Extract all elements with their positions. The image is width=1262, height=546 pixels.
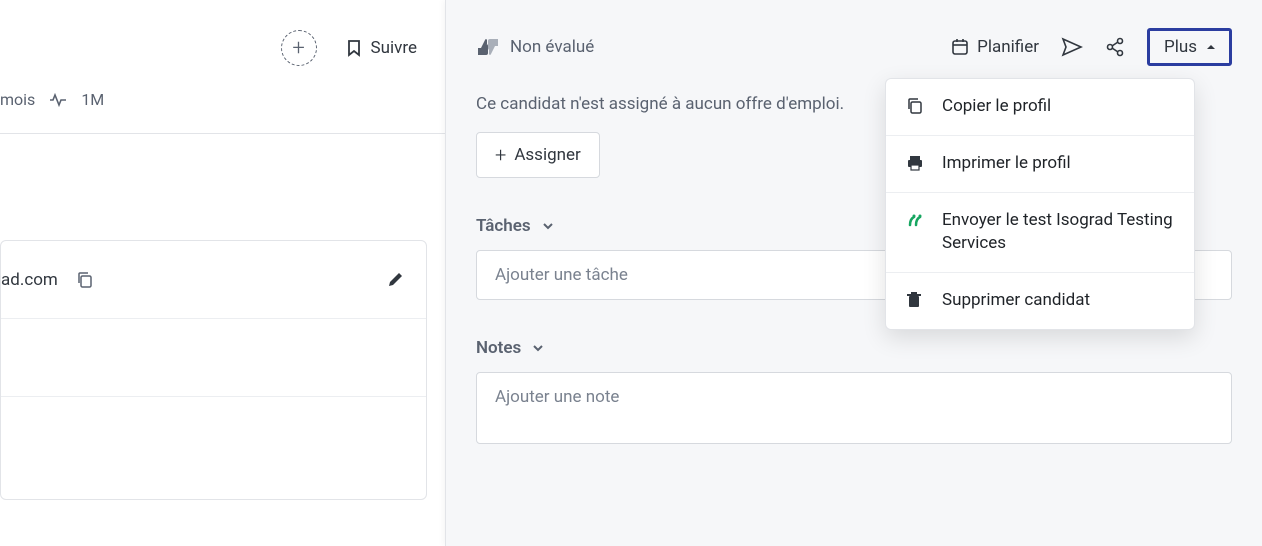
separator [0,133,445,134]
left-panel: + Suivre mois 1M ad.com [0,0,445,546]
dropdown-label: Copier le profil [942,95,1051,119]
contact-block: ad.com [0,240,427,500]
planifier-button[interactable]: Planifier [951,37,1039,57]
dropdown-label: Imprimer le profil [942,152,1071,176]
assign-button[interactable]: + Assigner [476,132,600,178]
planifier-label: Planifier [977,37,1039,57]
dropdown-item-isograd[interactable]: Envoyer le test Isograd Testing Services [886,193,1194,274]
copy-icon [906,97,926,115]
copy-icon[interactable] [76,271,94,289]
delete-icon [906,291,926,309]
tasks-label: Tâches [476,216,531,236]
isograd-icon [906,211,926,229]
caret-up-icon [1205,43,1217,51]
meta-duration: mois [0,90,35,109]
dropdown-item-copy[interactable]: Copier le profil [886,79,1194,136]
bookmark-icon [345,39,363,57]
rating-label: Non évalué [510,37,594,57]
add-button[interactable]: + [281,30,317,66]
follow-button[interactable]: Suivre [345,38,417,58]
rating-button[interactable]: Non évalué [476,37,594,57]
plus-label: Plus [1164,37,1197,57]
notes-section-toggle[interactable]: Notes [476,338,1232,358]
calendar-icon [951,38,969,56]
toolbar-actions: Planifier Plus [951,28,1232,66]
left-meta: mois 1M [0,84,445,133]
plus-menu-button[interactable]: Plus [1147,28,1232,66]
notes-input[interactable]: Ajouter une note [476,372,1232,444]
edit-icon[interactable] [386,271,404,289]
plus-dropdown: Copier le profil Imprimer le profil Envo… [885,78,1195,330]
print-icon [906,154,926,172]
dropdown-item-delete[interactable]: Supprimer candidat [886,273,1194,329]
meta-stat: 1M [81,90,104,109]
send-icon[interactable] [1061,37,1083,57]
chevron-down-icon [541,221,555,231]
dropdown-label: Envoyer le test Isograd Testing Services [942,209,1174,257]
contact-row-email: ad.com [1,241,426,319]
share-icon[interactable] [1105,37,1125,57]
follow-label: Suivre [371,38,417,58]
contact-row-3 [1,397,426,475]
thumbs-icon [476,37,500,57]
dropdown-item-print[interactable]: Imprimer le profil [886,136,1194,193]
activity-icon [49,93,67,107]
dropdown-label: Supprimer candidat [942,289,1090,313]
left-header: + Suivre [0,0,445,84]
contact-email-fragment: ad.com [1,270,58,290]
assign-button-label: Assigner [514,145,580,165]
chevron-down-icon [531,343,545,353]
contact-row-2 [1,319,426,397]
notes-label: Notes [476,338,521,358]
